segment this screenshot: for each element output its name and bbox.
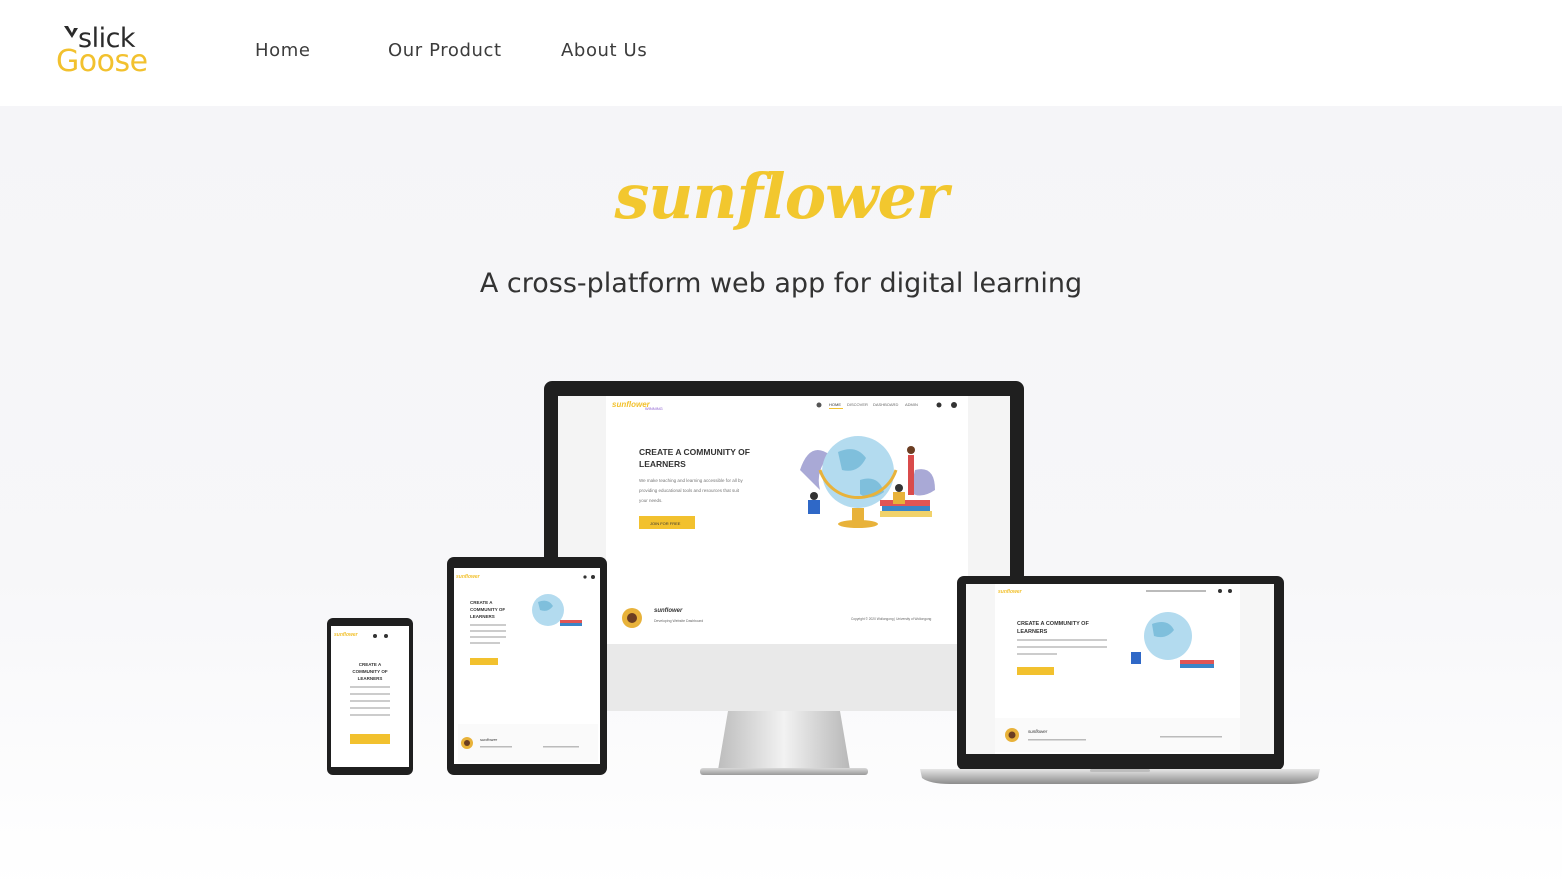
svg-text:LEARNERS: LEARNERS — [470, 614, 495, 619]
svg-text:CREATE A: CREATE A — [470, 600, 493, 605]
svg-text:COMMUNITY OF: COMMUNITY OF — [470, 607, 505, 612]
svg-text:CREATE A COMMUNITY OF: CREATE A COMMUNITY OF — [1017, 621, 1089, 627]
mockup-cta: JOIN FOR FREE — [650, 521, 681, 526]
mockup-heading-1: CREATE A COMMUNITY OF — [639, 447, 750, 457]
mockup-footer-right: Copyright © 2020 Wollongong | University… — [851, 617, 932, 621]
svg-text:sunflower: sunflower — [998, 589, 1023, 595]
mockup-nav-discover: DISCOVER — [847, 402, 868, 407]
mockup-sub: WINNING — [645, 406, 663, 411]
phone-device: sunflower CREATE A COMMUNITY OF LEARNERS — [327, 618, 413, 775]
mockup-nav-dashboard: DASHBOARD — [873, 402, 898, 407]
svg-text:LEARNERS: LEARNERS — [358, 676, 383, 681]
svg-text:sunflower: sunflower — [480, 737, 498, 742]
mockup-nav-home: HOME — [829, 402, 841, 407]
desktop-monitor: sunflower WINNING HOME DISCOVER DASHBOAR… — [544, 381, 1024, 775]
mockup-heading-2: LEARNERS — [639, 459, 686, 469]
device-mockup-image: sunflower WINNING HOME DISCOVER DASHBOAR… — [327, 381, 1320, 784]
mockup-body-1: We make teaching and learning accessible… — [639, 478, 743, 483]
tablet-device: sunflower CREATE A COMMUNITY OF LEARNERS… — [447, 557, 607, 775]
mockup-body-3: your needs. — [639, 498, 663, 503]
laptop-device: sunflower CREATE A COMMUNITY OF LEARNERS… — [920, 576, 1320, 784]
svg-text:sunflower: sunflower — [1028, 729, 1048, 734]
mockup-footer-brand: sunflower — [654, 608, 683, 614]
svg-text:sunflower: sunflower — [334, 632, 359, 638]
mockup-nav-admin: ADMIN — [905, 402, 918, 407]
mockup-body-2: providing educational tools and resource… — [639, 488, 740, 493]
svg-text:LEARNERS: LEARNERS — [1017, 629, 1048, 635]
svg-text:COMMUNITY OF: COMMUNITY OF — [352, 669, 387, 674]
mockup-footer-left: Developing Website Dashboard — [654, 619, 703, 623]
svg-text:CREATE A: CREATE A — [359, 662, 382, 667]
svg-text:sunflower: sunflower — [456, 574, 481, 580]
